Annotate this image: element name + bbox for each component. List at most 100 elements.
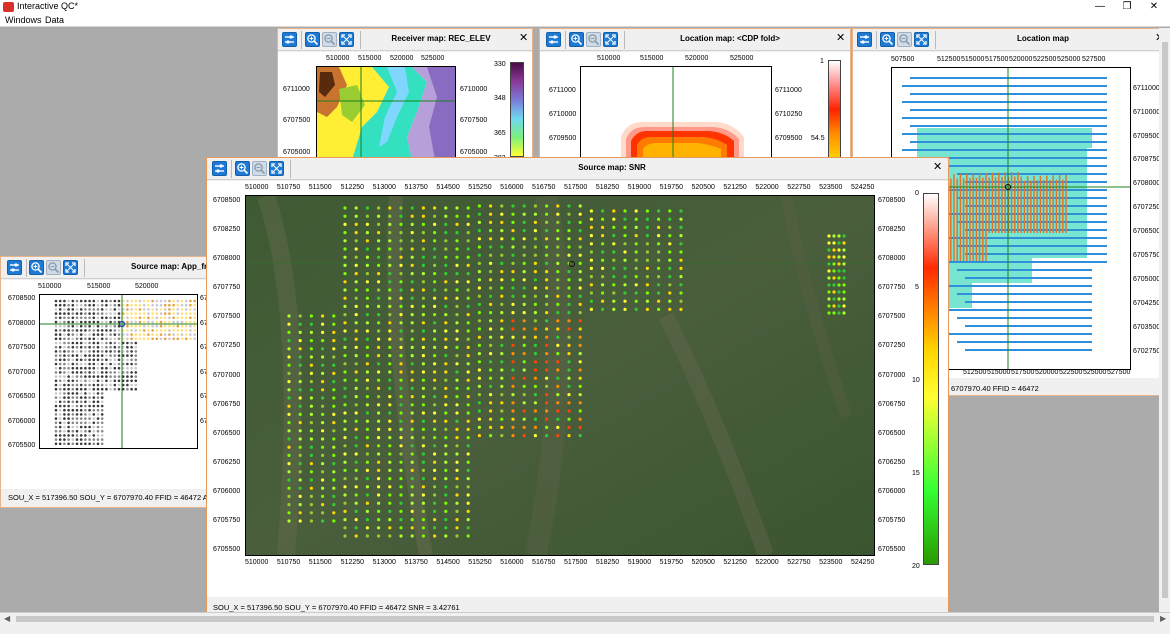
settings-button[interactable] [282,32,297,47]
zoom-in-button[interactable] [569,32,584,47]
snr-source-point [556,352,560,356]
snr-source-point [365,321,369,325]
zoom-in-button[interactable] [305,32,320,47]
vertical-scrollbar[interactable] [1159,28,1170,612]
zoom-in-button[interactable] [29,260,44,275]
snr-map-window[interactable]: Source map: SNR ✕ 0 5 10 15 20 510000 51… [206,157,949,612]
app-freq-point [58,358,62,362]
snr-source-point [377,436,381,440]
settings-button[interactable] [7,260,22,275]
snr-source-point [388,452,392,456]
scroll-left-icon[interactable]: ◀ [4,614,10,623]
restore-button[interactable]: ❐ [1114,0,1140,14]
horizontal-scrollbar[interactable]: ◀ ▶ [0,612,1170,625]
settings-button[interactable] [857,32,872,47]
snr-source-point [354,378,358,382]
snr-source-point [410,485,414,489]
settings-button[interactable] [546,32,561,47]
app-freq-point [142,303,146,307]
app-freq-point [100,434,104,437]
app-freq-point [105,383,108,387]
plot-area[interactable]: 510000 515000 520000 525000 6711000 6710… [540,52,850,157]
source-freq-window[interactable]: Source map: App_fre 510000 515000 520000… [0,256,215,508]
app-freq-point [92,362,96,366]
zoom-out-button[interactable] [252,161,267,176]
app-freq-point [142,329,146,332]
menu-windows[interactable]: Windows [5,15,42,25]
zoom-out-button[interactable] [46,260,61,275]
app-freq-point [134,316,138,320]
snr-source-point [354,206,358,210]
fit-view-button[interactable] [914,32,929,47]
app-freq-point [54,345,58,349]
snr-source-point [832,241,836,245]
fit-view-button[interactable] [603,32,618,47]
app-freq-point [189,299,192,303]
receiver-map-window[interactable]: Receiver map: REC_ELEV ✕ 510000 515000 5… [277,28,533,158]
minimize-button[interactable]: — [1087,0,1113,14]
snr-source-point [287,322,291,326]
app-freq-point [134,312,138,315]
app-freq-point [96,396,100,399]
app-freq-point [88,329,91,332]
zoom-in-button[interactable] [880,32,895,47]
menu-data[interactable]: Data [45,15,64,25]
app-freq-point [79,341,83,345]
close-app-button[interactable]: ✕ [1141,0,1167,14]
snr-source-point [612,283,616,287]
plot-area[interactable]: 510000 515000 520000 525000 6711000 6707… [278,52,532,157]
y-tick-label: 6707500 [8,344,36,351]
app-freq-point [113,383,117,387]
snr-source-point [567,245,571,249]
app-freq-map[interactable] [39,294,198,449]
close-window-button[interactable]: ✕ [519,31,528,44]
scroll-right-icon[interactable]: ▶ [1160,614,1166,623]
snr-source-point [668,217,672,221]
receiver-elevation-map[interactable] [316,66,456,157]
cdp-fold-map[interactable] [580,66,772,157]
y-tick-label: 6708250 [213,226,241,234]
plot-area[interactable]: 510000 515000 520000 6708500 6708000 670… [1,280,214,489]
snr-source-point [321,494,325,498]
zoom-out-button[interactable] [586,32,601,47]
close-window-button[interactable]: ✕ [836,31,845,44]
app-freq-point [126,303,129,307]
snr-source-point [433,345,437,349]
snr-source-point [455,354,459,358]
zoom-in-button[interactable] [235,161,250,176]
snr-source-point [466,386,470,390]
snr-source-point [477,352,481,356]
plot-area[interactable]: 0 5 10 15 20 510000 510000 510750 510750 511… [207,181,948,597]
zoom-out-button[interactable] [322,32,337,47]
app-freq-point [71,308,75,311]
snr-source-point [455,468,459,472]
snr-source-point [388,468,392,472]
app-freq-point [75,429,79,433]
snr-source-point [365,436,369,440]
zoom-out-button[interactable] [897,32,912,47]
horizontal-scroll-thumb[interactable] [16,616,1154,622]
y-tick-label: 6705000 [1133,276,1161,283]
app-freq-point [67,404,70,408]
settings-button[interactable] [212,161,227,176]
app-freq-point [75,379,79,383]
fit-view-button[interactable] [63,260,78,275]
snr-source-point [832,290,836,294]
snr-source-point [668,283,672,287]
app-freq-point [113,375,117,378]
close-window-button[interactable]: ✕ [933,160,942,173]
snr-source-point [388,313,392,317]
fit-view-button[interactable] [339,32,354,47]
snr-source-point [832,234,836,238]
fit-view-button[interactable] [269,161,284,176]
app-freq-point [79,379,83,383]
snr-source-point [679,299,683,303]
cdp-fold-window[interactable]: Location map: <CDP fold> ✕ 510000 515000… [539,28,851,158]
app-freq-point [92,421,96,425]
app-freq-point [58,329,62,332]
colorbar-tick: 5 [915,284,919,291]
vertical-scroll-thumb[interactable] [1162,42,1168,598]
y-tick-label: 6708500 [8,295,36,302]
snr-map-canvas[interactable] [245,195,875,556]
snr-source-point [645,307,649,311]
